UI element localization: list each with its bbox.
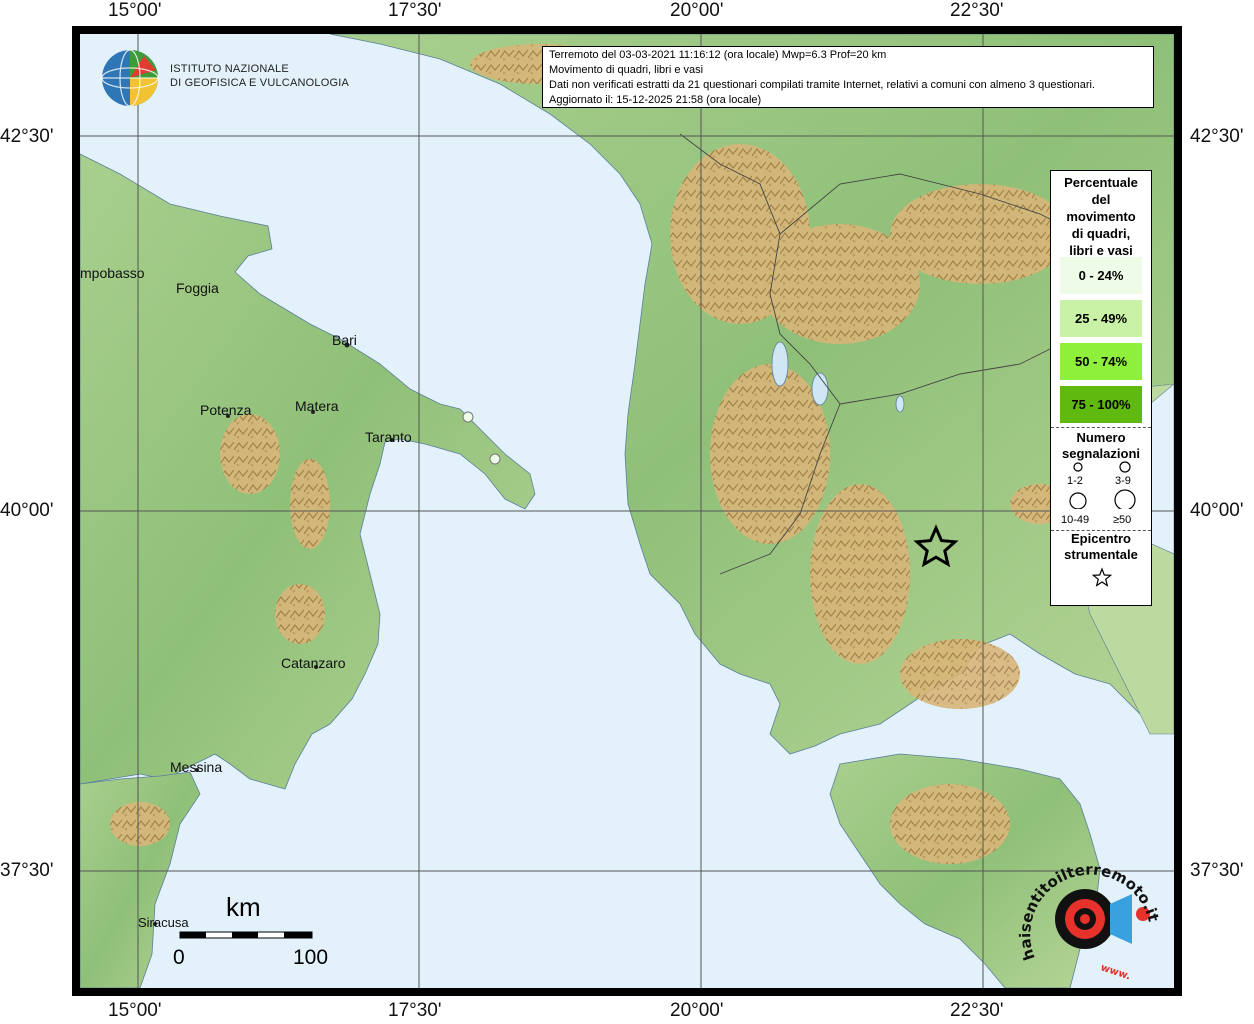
city-label: Matera — [295, 398, 339, 414]
lon-label-bottom: 17°30' — [388, 1000, 442, 1021]
institute-line: di Geofisica e Vulcanologia — [170, 77, 349, 89]
lat-label-right: 40°00' — [1190, 500, 1244, 521]
legend-class-2: 50 - 74% — [1060, 343, 1142, 380]
legend-count-symbols — [1069, 461, 1136, 509]
city-label: Siracusa — [138, 915, 189, 930]
scale-bar — [179, 931, 313, 939]
legend-class-3: 75 - 100% — [1060, 386, 1142, 423]
lat-label-left: 37°30' — [0, 860, 54, 881]
legend-count-label: 3-9 — [1115, 475, 1131, 487]
legend-title-line: movimento — [1066, 209, 1136, 224]
legend-epicenter-title: Epicentro strumentale — [1051, 531, 1151, 563]
legend-divider — [1051, 427, 1151, 428]
scale-unit: km — [226, 892, 261, 922]
watermark-text-path: haisentitoilterremoto.it — [1016, 861, 1162, 963]
legend-title-line: di quadri, — [1071, 226, 1131, 241]
legend-epicenter-line: strumentale — [1064, 547, 1138, 562]
city-label: Messina — [170, 759, 223, 775]
legend-count-title-line: Numero — [1076, 430, 1126, 445]
watermark-prefix: www. — [1099, 962, 1132, 982]
event-title: Terremoto del 03-03-2021 11:16:12 (ora l… — [549, 49, 887, 61]
watermark-text-art: haisentitoilterremoto.it www. — [1016, 861, 1162, 983]
legend-title-line: Percentuale — [1064, 175, 1138, 190]
ingv-logo — [101, 49, 159, 107]
city-label: Bari — [332, 332, 357, 348]
lon-label-top: 17°30' — [388, 0, 442, 21]
watermark-text: haisentitoilterremoto.it — [1016, 861, 1162, 963]
lon-label-bottom: 22°30' — [950, 1000, 1004, 1021]
legend-title-line: del — [1091, 192, 1111, 207]
scale-max: 100 — [293, 946, 329, 969]
legend-count-title: Numero segnalazioni — [1051, 430, 1151, 462]
city-label: Catanzaro — [281, 655, 346, 671]
lon-label-bottom: 15°00' — [108, 1000, 162, 1021]
event-subtitle: Movimento di quadri, libri e vasi — [549, 64, 704, 76]
legend-epicenter-line: Epicentro — [1071, 531, 1131, 546]
legend: Percentuale del movimento di quadri, lib… — [1050, 170, 1152, 606]
legend-count-label: 10-49 — [1061, 514, 1090, 526]
lat-label-right: 42°30' — [1190, 126, 1244, 147]
observation-marker — [462, 411, 474, 423]
lon-label-top: 15°00' — [108, 0, 162, 21]
legend-class-1: 25 - 49% — [1060, 300, 1142, 337]
lon-label-bottom: 20°00' — [670, 1000, 724, 1021]
legend-count-label: 1-2 — [1067, 475, 1083, 487]
lon-label-top: 22°30' — [950, 0, 1004, 21]
institute-name: Istituto Nazionale di Geofisica e Vulcan… — [170, 62, 349, 90]
institute-line: Istituto Nazionale — [170, 63, 289, 75]
lat-label-left: 42°30' — [0, 126, 54, 147]
legend-count-label: ≥50 — [1113, 514, 1132, 526]
observation-marker — [489, 453, 501, 465]
lon-label-top: 20°00' — [670, 0, 724, 21]
lat-label-right: 37°30' — [1190, 860, 1244, 881]
city-label: Potenza — [200, 402, 252, 418]
legend-class-0: 0 - 24% — [1060, 257, 1142, 294]
legend-star-icon — [1091, 567, 1113, 587]
city-label: Taranto — [365, 429, 412, 445]
lat-label-left: 40°00' — [0, 500, 54, 521]
city-label: mpobasso — [80, 265, 145, 281]
legend-title: Percentuale del movimento di quadri, lib… — [1051, 174, 1151, 259]
event-updated: Aggiornato il: 15-12-2025 21:58 (ora loc… — [549, 94, 762, 106]
event-data-note: Dati non verificati estratti da 21 quest… — [549, 79, 1095, 91]
event-info-box: Terremoto del 03-03-2021 11:16:12 (ora l… — [542, 46, 1154, 108]
scale-min: 0 — [173, 946, 185, 969]
city-label: Foggia — [176, 280, 219, 296]
